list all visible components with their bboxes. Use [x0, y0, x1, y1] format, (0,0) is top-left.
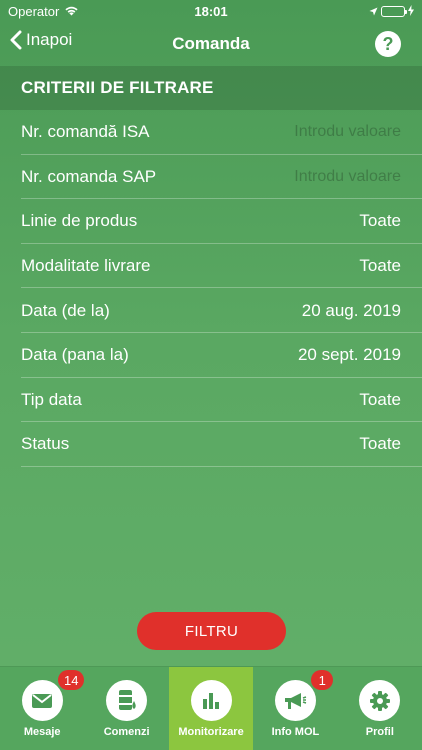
filter-label-date-type: Tip data: [21, 389, 82, 409]
wifi-icon: [64, 4, 79, 19]
tab-monitorizare[interactable]: Monitorizare: [168, 667, 254, 750]
location-icon: [369, 4, 378, 19]
page-title: Comanda: [172, 34, 250, 53]
filter-row-product-line[interactable]: Linie de produs Toate: [0, 199, 422, 244]
navigation-bar: Inapoi Comanda ?: [0, 22, 422, 66]
filter-row-isa-order[interactable]: Nr. comandă ISA Introdu valoare: [0, 110, 422, 155]
filter-section-header: CRITERII DE FILTRARE: [0, 66, 422, 110]
tab-mesaje[interactable]: Mesaje 14: [0, 667, 85, 750]
tab-label-monitorizare: Monitorizare: [178, 726, 244, 738]
carrier-label: Operator: [8, 3, 60, 19]
filter-row-status[interactable]: Status Toate: [0, 422, 422, 467]
bar-chart-icon: [190, 680, 232, 721]
filter-row-delivery-mode[interactable]: Modalitate livrare Toate: [0, 244, 422, 289]
filter-row-date-from[interactable]: Data (de la) 20 aug. 2019: [0, 288, 422, 333]
status-value: Toate: [359, 434, 401, 454]
fuel-barrel-icon: [106, 680, 148, 721]
filter-button[interactable]: FILTRU: [137, 612, 286, 650]
status-bar: Operator 18:01: [0, 0, 422, 22]
delivery-mode-value: Toate: [359, 256, 401, 276]
gear-icon: [359, 680, 401, 721]
sap-order-input[interactable]: Introdu valoare: [294, 168, 401, 186]
megaphone-icon: [274, 680, 316, 721]
messages-badge: 14: [58, 670, 85, 690]
filter-row-date-to[interactable]: Data (pana la) 20 sept. 2019: [0, 333, 422, 378]
filter-label-status: Status: [21, 434, 70, 454]
help-button[interactable]: ?: [375, 31, 401, 57]
filter-label-date-from: Data (de la): [21, 300, 110, 320]
status-right: [369, 4, 414, 19]
product-line-value: Toate: [359, 211, 401, 231]
tab-info-mol[interactable]: Info MOL 1: [253, 667, 337, 750]
filter-label-product-line: Linie de produs: [21, 211, 138, 231]
filter-row-sap-order[interactable]: Nr. comanda SAP Introdu valoare: [0, 155, 422, 200]
filter-label-date-to: Data (pana la): [21, 345, 129, 365]
filter-label-delivery-mode: Modalitate livrare: [21, 256, 151, 276]
tab-label-comenzi: Comenzi: [103, 726, 150, 738]
info-mol-badge: 1: [311, 670, 334, 690]
battery-icon: [381, 5, 407, 17]
tab-bar: Mesaje 14 Comenzi Monitorizare Info MOL …: [0, 666, 422, 750]
filter-label-isa-order: Nr. comandă ISA: [21, 122, 150, 142]
filter-row-date-type[interactable]: Tip data Toate: [0, 378, 422, 423]
tab-label-info-mol: Info MOL: [271, 726, 320, 738]
charging-icon: [408, 4, 414, 19]
tab-comenzi[interactable]: Comenzi: [84, 667, 168, 750]
filter-label-sap-order: Nr. comanda SAP: [21, 166, 157, 186]
isa-order-input[interactable]: Introdu valoare: [294, 123, 401, 141]
back-button[interactable]: Inapoi: [10, 30, 72, 50]
status-left: Operator: [8, 4, 79, 19]
tab-label-mesaje: Mesaje: [23, 726, 61, 738]
date-type-value: Toate: [359, 389, 401, 409]
back-label: Inapoi: [26, 30, 73, 49]
mail-icon: [21, 680, 63, 721]
tab-label-profil: Profil: [365, 726, 394, 738]
tab-profil[interactable]: Profil: [338, 667, 422, 750]
date-from-value: 20 aug. 2019: [301, 300, 401, 320]
filter-list: Nr. comandă ISA Introdu valoare Nr. coma…: [0, 110, 422, 467]
date-to-value: 20 sept. 2019: [297, 345, 401, 365]
help-icon: ?: [382, 33, 394, 54]
chevron-left-icon: [10, 30, 22, 50]
